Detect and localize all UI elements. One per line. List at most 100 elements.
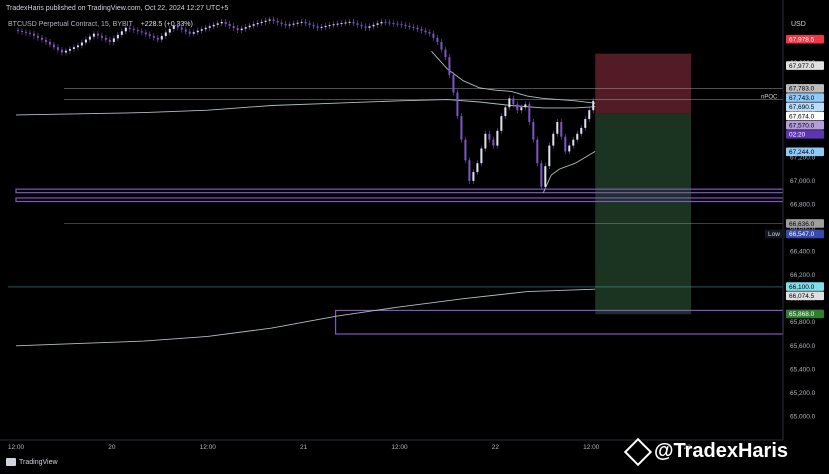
candle-body bbox=[576, 133, 579, 140]
y-tick-label: 65,000.0 bbox=[790, 413, 816, 420]
candle-body bbox=[216, 23, 219, 25]
candle-body bbox=[84, 39, 87, 43]
x-tick-label: 12:00 bbox=[8, 444, 25, 451]
candle-body bbox=[232, 26, 235, 29]
candle-body bbox=[124, 27, 127, 32]
candle-body bbox=[476, 163, 479, 173]
candle-body bbox=[492, 139, 495, 146]
candle-body bbox=[484, 133, 487, 149]
candle-body bbox=[464, 139, 467, 161]
candle-body bbox=[372, 24, 375, 27]
candle-body bbox=[444, 49, 447, 58]
price-label-text: 02:20 bbox=[789, 132, 806, 139]
candle-body bbox=[328, 25, 331, 27]
candle-body bbox=[240, 28, 243, 31]
candle-body bbox=[36, 35, 39, 38]
candle-body bbox=[348, 21, 351, 23]
candle-body bbox=[56, 47, 59, 50]
take-profit-zone bbox=[595, 113, 692, 315]
candle-body bbox=[472, 172, 475, 181]
y-tick-label: 65,600.0 bbox=[790, 343, 816, 350]
candle-body bbox=[468, 160, 471, 181]
candle-body bbox=[144, 32, 147, 35]
candle-body bbox=[548, 145, 551, 167]
candle-body bbox=[64, 50, 67, 53]
candle-body bbox=[40, 37, 43, 40]
tradingview-brand: TradingView bbox=[19, 458, 58, 466]
watermark-text: @TradexHaris bbox=[654, 440, 789, 462]
vwap-lower-band bbox=[542, 151, 596, 193]
y-tick-label: 66,200.0 bbox=[790, 272, 816, 279]
candle-body bbox=[580, 127, 583, 134]
candle-body bbox=[164, 32, 167, 37]
candle-body bbox=[480, 148, 483, 164]
y-tick-label: 65,200.0 bbox=[790, 390, 816, 397]
candle-body bbox=[160, 36, 163, 40]
candle-body bbox=[68, 48, 71, 51]
candle-body bbox=[404, 25, 407, 27]
candle-body bbox=[88, 36, 91, 40]
candle-body bbox=[196, 30, 199, 33]
candle-body bbox=[312, 24, 315, 27]
candle-body bbox=[460, 116, 463, 140]
candle-body bbox=[140, 31, 143, 33]
candle-body bbox=[552, 133, 555, 146]
vwap-upper-band bbox=[431, 50, 596, 104]
candle-body bbox=[288, 24, 291, 26]
candle-body bbox=[248, 25, 251, 28]
candle-body bbox=[324, 26, 327, 28]
candle-body bbox=[320, 26, 323, 28]
candle-body bbox=[256, 23, 259, 25]
candle-body bbox=[520, 107, 523, 111]
tradingview-footer: TradingView bbox=[6, 458, 58, 466]
candle-body bbox=[152, 36, 155, 38]
candle-body bbox=[176, 25, 179, 28]
candle-body bbox=[584, 119, 587, 128]
candle-body bbox=[560, 122, 563, 137]
y-tick-label: 65,800.0 bbox=[790, 319, 816, 326]
candle-body bbox=[168, 28, 171, 33]
candle-body bbox=[96, 33, 99, 36]
stop-loss-zone bbox=[595, 53, 692, 114]
candle-body bbox=[156, 37, 159, 40]
price-label-text: 66,100.0 bbox=[789, 284, 815, 291]
candle-body bbox=[200, 29, 203, 31]
x-tick-label: 12:00 bbox=[200, 444, 217, 451]
candle-body bbox=[260, 21, 263, 24]
candle-body bbox=[32, 33, 35, 36]
x-tick-label: 12:00 bbox=[391, 444, 408, 451]
candle-body bbox=[556, 122, 559, 134]
candle-body bbox=[80, 42, 83, 46]
candle-body bbox=[272, 19, 275, 22]
price-label-text: 67,743.0 bbox=[789, 95, 815, 102]
candle-body bbox=[48, 41, 51, 45]
candle-body bbox=[184, 29, 187, 32]
candle-body bbox=[16, 30, 19, 32]
candle-body bbox=[280, 22, 283, 24]
candle-body bbox=[44, 39, 47, 42]
candle-body bbox=[356, 23, 359, 25]
candle-body bbox=[384, 21, 387, 23]
candle-body bbox=[344, 22, 347, 24]
candle-body bbox=[72, 47, 75, 49]
candle-body bbox=[544, 166, 547, 187]
price-label-text: 67,570.0 bbox=[789, 122, 815, 129]
candle-body bbox=[340, 23, 343, 25]
candle-body bbox=[488, 133, 491, 140]
candle-body bbox=[336, 23, 339, 25]
candle-body bbox=[364, 26, 367, 28]
candle-body bbox=[536, 139, 539, 164]
candle-body bbox=[304, 21, 307, 24]
price-chart[interactable]: nPOC68,200.068,000.067,800.067,600.067,4… bbox=[0, 0, 829, 474]
candle-body bbox=[352, 21, 355, 24]
candle-body bbox=[112, 38, 115, 42]
candle-body bbox=[224, 21, 227, 24]
candle-body bbox=[524, 104, 527, 108]
price-label-text: 67,977.0 bbox=[789, 63, 815, 70]
candle-body bbox=[568, 145, 571, 152]
author-watermark: @TradexHaris bbox=[623, 437, 789, 466]
x-tick-label: 22 bbox=[492, 444, 500, 451]
level-label-1: nPOC bbox=[761, 95, 778, 101]
candle-body bbox=[116, 34, 119, 39]
candle-body bbox=[292, 23, 295, 25]
